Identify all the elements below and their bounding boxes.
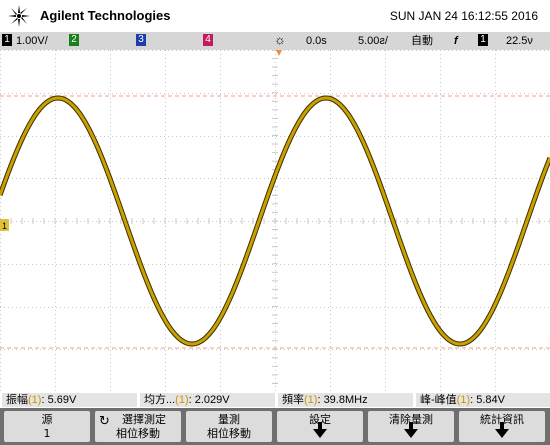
measurement-name: 峰-峰值	[420, 394, 457, 406]
measurement-value: : 39.8MHz	[317, 394, 368, 406]
softkey-label: 源	[41, 413, 53, 426]
channel-3-indicator[interactable]: 3	[136, 34, 146, 46]
measurement-name: 振幅	[6, 394, 28, 406]
waveform-graticule: 1	[0, 50, 550, 392]
measurement-value: : 2.029V	[188, 394, 230, 406]
acquisition-sun-icon: ☼	[274, 32, 286, 47]
down-arrow-icon	[313, 422, 327, 438]
settings-softkey[interactable]: 設定	[277, 411, 363, 442]
trigger-source: 1	[478, 34, 488, 46]
measurement-name: 頻率	[282, 394, 304, 406]
time-position: 0.0s	[306, 35, 327, 47]
measurement-name: 均方...	[144, 394, 176, 406]
add-measurement-softkey[interactable]: 量測 相位移動	[186, 411, 272, 442]
channel-2-indicator[interactable]: 2	[69, 34, 79, 46]
waveform-display[interactable]: 1	[0, 50, 550, 392]
measurement-rms: 均方...(1): 2.029V	[140, 393, 275, 407]
measurement-value: : 5.69V	[41, 394, 77, 406]
softkey-label: 選擇測定	[122, 413, 166, 426]
down-arrow-icon	[495, 422, 509, 438]
softkey-value: 1	[43, 427, 51, 440]
date-time: SUN JAN 24 16:12:55 2016	[389, 9, 538, 23]
brand-name: Agilent Technologies	[40, 8, 171, 23]
trigger-position-marker	[276, 50, 282, 56]
measurement-value: : 5.84V	[470, 394, 505, 406]
ground-marker[interactable]: 1	[0, 219, 9, 231]
softkey-value: 相位移動	[207, 427, 251, 440]
source-softkey[interactable]: 源 1	[4, 411, 90, 442]
clear-measurement-softkey[interactable]: 清除量測	[368, 411, 454, 442]
select-measurement-softkey[interactable]: ↻ 選擇測定 相位移動	[95, 411, 181, 442]
agilent-spark-logo-icon	[8, 5, 30, 27]
measurement-channel: (1)	[28, 394, 42, 406]
measurement-channel: (1)	[175, 394, 189, 406]
measurement-amplitude: 振幅(1): 5.69V	[2, 393, 137, 407]
measurement-row: 振幅(1): 5.69V 均方...(1): 2.029V 頻率(1): 39.…	[0, 392, 550, 408]
time-scale: 5.00ƨ/	[358, 35, 388, 47]
softkey-bar: 源 1 ↻ 選擇測定 相位移動 量測 相位移動 設定 清除量測 統計資訊	[0, 408, 550, 445]
trigger-level: 22.5ν	[506, 35, 533, 47]
channel-4-indicator[interactable]: 4	[203, 34, 213, 46]
measurement-frequency: 頻率(1): 39.8MHz	[278, 393, 413, 407]
status-bar: 1 1.00V/ 2 3 4 ☼ 0.0s 5.00ƨ/ 自動 f 1 22.5…	[0, 32, 550, 50]
statistics-softkey[interactable]: 統計資訊	[459, 411, 545, 442]
trigger-edge-icon: f	[454, 35, 458, 47]
measurement-channel: (1)	[456, 394, 471, 406]
softkey-value: 相位移動	[116, 427, 160, 440]
softkey-label: 量測	[218, 413, 240, 426]
channel-1-scale: 1.00V/	[16, 35, 48, 47]
channel-1-indicator[interactable]: 1	[2, 34, 12, 46]
measurement-channel: (1)	[304, 394, 318, 406]
oscilloscope-screen: Agilent Technologies SUN JAN 24 16:12:55…	[0, 0, 550, 445]
down-arrow-icon	[404, 422, 418, 438]
ground-marker-label: 1	[2, 221, 7, 231]
measurement-peak-to-peak: 峰-峰值(1): 5.84V	[416, 393, 550, 407]
header-bar: Agilent Technologies SUN JAN 24 16:12:55…	[0, 0, 550, 32]
trigger-mode: 自動	[411, 35, 433, 47]
